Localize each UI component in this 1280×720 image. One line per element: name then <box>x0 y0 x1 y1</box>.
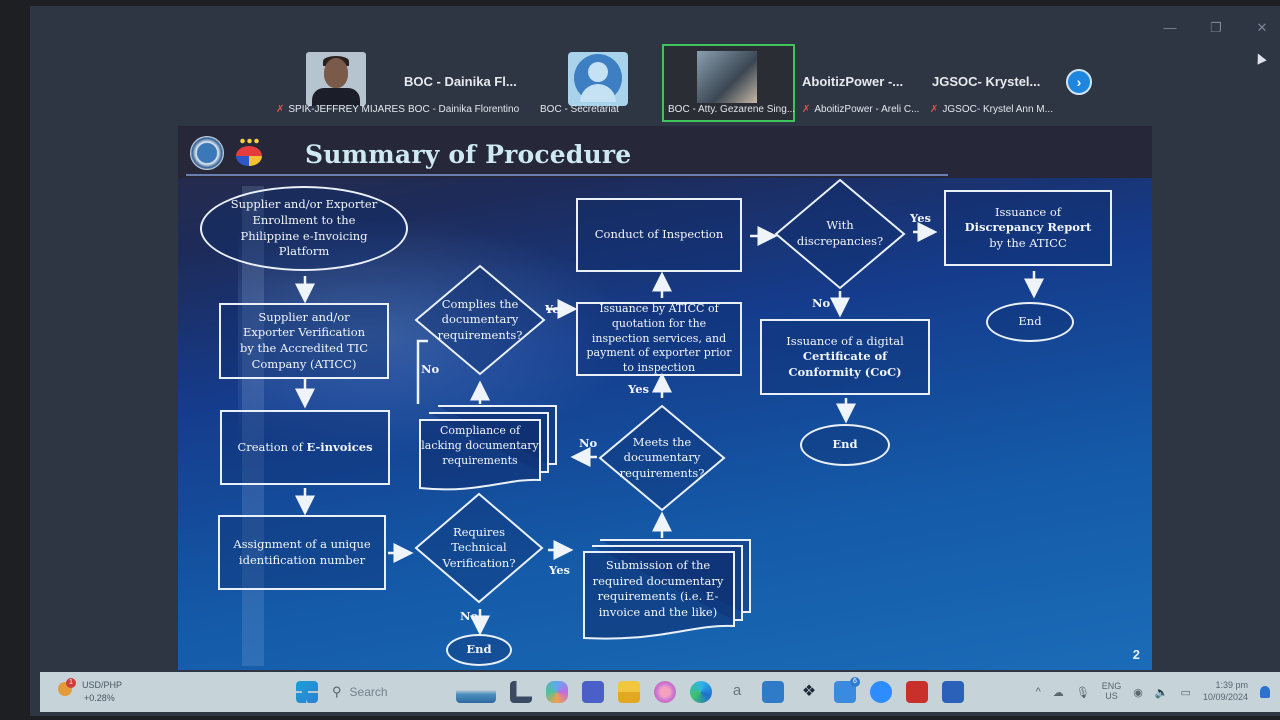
meets-documentary-requirements-decision: Meets the documentary requirements? <box>598 404 726 512</box>
battery-icon[interactable]: ▭ <box>1181 686 1191 699</box>
quotation-payment-node: Issuance by ATICC of quotation for the i… <box>576 302 742 376</box>
participant-name: BOC - Secretariat <box>540 104 619 115</box>
teams-notification-icon[interactable]: 6 <box>834 677 860 703</box>
participant-video <box>697 51 757 103</box>
notification-badge: 1 <box>66 678 76 688</box>
slide-page-number: 2 <box>1132 647 1140 662</box>
acrobat-icon[interactable] <box>906 681 928 703</box>
participant-name: SPIK-JEFFREY MIJARES <box>288 104 405 115</box>
minimize-button[interactable]: — <box>1162 20 1178 36</box>
l-app-icon[interactable] <box>510 681 532 703</box>
muted-mic-icon: ✗ <box>802 104 811 115</box>
no-label: No <box>812 296 831 310</box>
clock[interactable]: 1:39 pm 10/09/2024 <box>1203 680 1248 703</box>
show-hidden-icons-button[interactable]: ^ <box>1036 686 1041 698</box>
compliance-lacking-requirements-node: Compliance of lacking documentary requir… <box>418 404 560 494</box>
edge-icon[interactable] <box>690 681 712 703</box>
submission-requirements-node: Submission of the required documentary r… <box>582 538 754 642</box>
system-tray: ^ ☁ 🎙 ENG US ◉ 🔈 ▭ 1:39 pm 10/09/2024 <box>1036 676 1270 708</box>
chevron-right-icon: › <box>1076 74 1082 90</box>
file-explorer-icon[interactable] <box>618 681 640 703</box>
zoom-icon[interactable] <box>870 681 892 703</box>
dropbox-icon[interactable]: ❖ <box>798 681 820 703</box>
assignment-id-node: Assignment of a unique identification nu… <box>218 515 386 590</box>
window-controls: — ❐ ✕ <box>1162 20 1270 36</box>
end-node: End <box>446 634 512 666</box>
complies-documentary-requirements-decision: Complies the documentary requirements? <box>414 264 546 376</box>
conduct-inspection-node: Conduct of Inspection <box>576 198 742 272</box>
with-discrepancies-decision: With discrepancies? <box>774 178 906 290</box>
store-icon[interactable] <box>762 681 784 703</box>
muted-mic-icon: ✗ <box>930 104 939 115</box>
participant-name: AboitizPower - Areli C... <box>814 104 920 115</box>
end-node: End <box>986 302 1074 342</box>
no-label: No <box>579 436 598 450</box>
onedrive-icon[interactable]: ☁ <box>1053 686 1064 699</box>
copilot-icon[interactable] <box>546 681 568 703</box>
no-label: No <box>421 362 440 376</box>
shared-slide: Summary of Procedure Supplier and/or Exp… <box>178 126 1152 670</box>
certificate-of-conformity-node: Issuance of a digital Certificate of Con… <box>760 319 930 395</box>
search-icon: ⚲ <box>332 684 342 699</box>
discrepancy-report-node: Issuance of Discrepancy Report by the AT… <box>944 190 1112 266</box>
participant-display-name: BOC - Dainika Fl... <box>404 74 517 89</box>
end-node: End <box>800 424 890 466</box>
yes-label: Yes <box>545 302 567 316</box>
participant-name: JGSOC- Krystel Ann M... <box>942 104 1053 115</box>
microphone-icon[interactable]: 🎙 <box>1076 686 1090 699</box>
amazon-icon[interactable]: a <box>726 681 748 703</box>
wifi-icon[interactable]: ◉ <box>1133 686 1143 699</box>
active-speaker-tile[interactable]: BOC - Atty. Gezarene Sing... <box>662 44 795 122</box>
default-avatar-icon <box>568 52 628 106</box>
creation-einvoices-node: Creation of E-invoices <box>220 410 390 485</box>
yes-label: Yes <box>628 382 650 396</box>
teams-icon[interactable] <box>582 681 604 703</box>
participant-name: BOC - Atty. Gezarene Sing... <box>668 104 796 115</box>
start-enrollment-node: Supplier and/or Exporter Enrollment to t… <box>200 186 408 271</box>
requires-technical-verification-decision: Requires Technical Verification? <box>414 492 544 604</box>
windows-start-icon[interactable] <box>296 681 318 703</box>
yes-label: Yes <box>549 563 571 577</box>
yes-label: Yes <box>910 211 932 225</box>
language-indicator[interactable]: ENG US <box>1102 681 1122 702</box>
muted-mic-icon: ✗ <box>276 104 285 115</box>
participant-display-name: AboitizPower -... <box>802 74 904 89</box>
close-button[interactable]: ✕ <box>1254 20 1270 36</box>
currency-widget[interactable]: 1 USD/PHP +0.28% <box>54 678 144 706</box>
next-participants-button[interactable]: › <box>1066 69 1092 95</box>
no-label: No <box>460 609 479 623</box>
verification-node: Supplier and/or Exporter Verification by… <box>219 303 389 379</box>
maximize-button[interactable]: ❐ <box>1208 20 1224 36</box>
notification-bell-icon[interactable] <box>1260 686 1270 698</box>
taskbar-apps: ⚲ Search a ❖ 6 <box>296 677 978 707</box>
firefox-icon[interactable] <box>654 681 676 703</box>
word-icon[interactable] <box>942 681 964 703</box>
volume-icon[interactable]: 🔈 <box>1155 686 1169 699</box>
participant-name: BOC - Dainika Florentino <box>408 104 520 115</box>
ship-widget-icon[interactable] <box>456 681 496 703</box>
participant-photo <box>306 52 366 106</box>
participant-display-name: JGSOC- Krystel... <box>932 74 1041 89</box>
taskbar-search[interactable]: ⚲ Search <box>332 679 442 705</box>
windows-taskbar: 1 USD/PHP +0.28% ⚲ Search a ❖ 6 ^ ☁ 🎙 ENG… <box>40 672 1280 712</box>
